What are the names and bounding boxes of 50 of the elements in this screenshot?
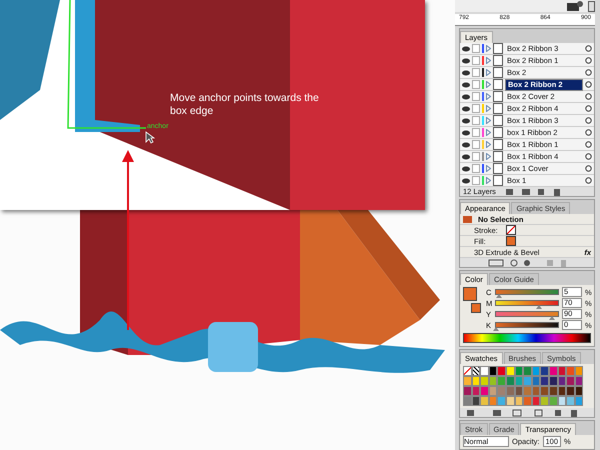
color-swatch[interactable] bbox=[523, 386, 532, 396]
color-swatch[interactable] bbox=[566, 386, 575, 396]
color-swatch[interactable] bbox=[480, 396, 489, 406]
pointer-cursor-icon bbox=[145, 131, 155, 144]
color-swatch[interactable] bbox=[497, 396, 506, 406]
color-swatch[interactable] bbox=[540, 386, 549, 396]
color-spectrum-bar[interactable] bbox=[463, 333, 591, 343]
color-slider[interactable] bbox=[495, 289, 559, 295]
target-circle-icon[interactable] bbox=[585, 153, 592, 160]
target-circle-icon[interactable] bbox=[585, 129, 592, 136]
target-circle-icon[interactable] bbox=[585, 93, 592, 100]
color-swatch[interactable] bbox=[480, 386, 489, 396]
fill-swatch[interactable] bbox=[506, 236, 516, 246]
color-slider[interactable] bbox=[495, 322, 559, 328]
target-circle-icon[interactable] bbox=[585, 117, 592, 124]
color-swatch[interactable] bbox=[523, 376, 532, 386]
target-circle-icon[interactable] bbox=[585, 45, 592, 52]
target-circle-icon[interactable] bbox=[585, 165, 592, 172]
color-swatch[interactable] bbox=[463, 386, 472, 396]
color-swatch[interactable] bbox=[463, 376, 472, 386]
color-slider[interactable] bbox=[495, 311, 559, 317]
color-swatch[interactable] bbox=[566, 396, 575, 406]
target-circle-icon[interactable] bbox=[585, 81, 592, 88]
stroke-color-swatch[interactable] bbox=[471, 303, 481, 313]
color-slider[interactable] bbox=[495, 300, 559, 306]
color-swatch[interactable] bbox=[540, 376, 549, 386]
color-swatch[interactable] bbox=[566, 376, 575, 386]
color-swatch[interactable] bbox=[540, 366, 549, 376]
color-swatch[interactable] bbox=[480, 366, 489, 376]
color-swatch[interactable] bbox=[497, 386, 506, 396]
color-swatch[interactable] bbox=[540, 396, 549, 406]
target-circle-icon[interactable] bbox=[585, 141, 592, 148]
fill-color-swatch[interactable] bbox=[463, 287, 477, 301]
target-circle-icon[interactable] bbox=[585, 177, 592, 184]
target-circle-icon[interactable] bbox=[585, 69, 592, 76]
color-swatch[interactable] bbox=[566, 366, 575, 376]
color-swatch[interactable] bbox=[497, 376, 506, 386]
callout-text: Move anchor points towards the box edge bbox=[170, 92, 320, 118]
stroke-none-swatch[interactable] bbox=[506, 225, 516, 235]
color-swatch[interactable] bbox=[497, 366, 506, 376]
none-swatch[interactable] bbox=[463, 366, 472, 376]
color-swatch[interactable] bbox=[463, 396, 472, 406]
color-swatch[interactable] bbox=[480, 376, 489, 386]
appearance-actions-icon[interactable] bbox=[487, 258, 567, 266]
color-swatch[interactable] bbox=[523, 396, 532, 406]
selection-thumbnail bbox=[463, 216, 472, 222]
target-circle-icon[interactable] bbox=[585, 57, 592, 64]
target-circle-icon[interactable] bbox=[585, 105, 592, 112]
dropdown-button[interactable] bbox=[588, 0, 595, 12]
color-swatch[interactable] bbox=[523, 366, 532, 376]
